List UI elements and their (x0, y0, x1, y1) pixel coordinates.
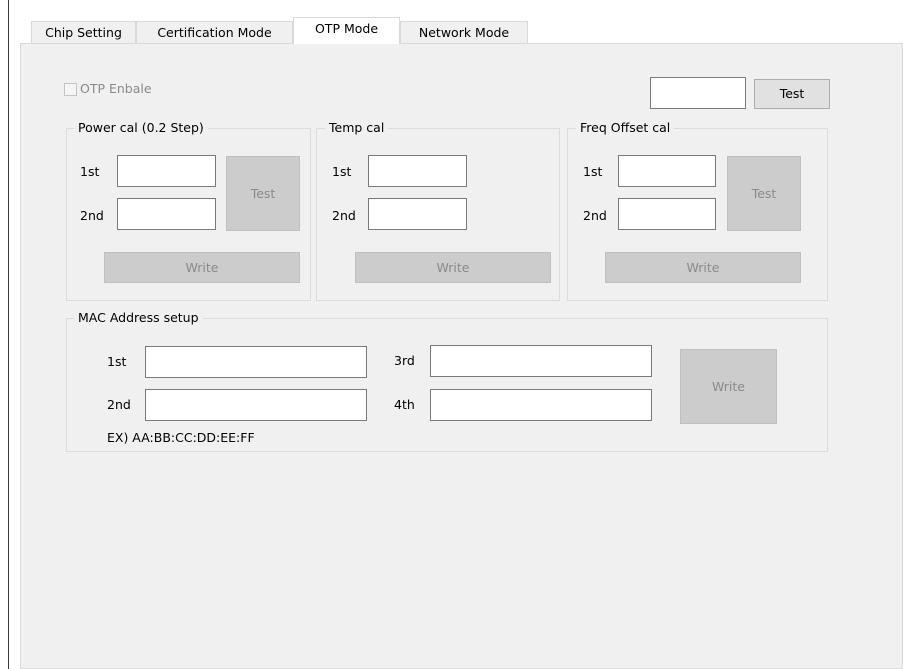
power-cal-first-input[interactable] (117, 155, 216, 187)
power-cal-test-button[interactable]: Test (226, 156, 300, 231)
otp-enable-checkbox[interactable] (64, 83, 77, 96)
tab-network-mode[interactable]: Network Mode (400, 21, 528, 43)
window-left-border (8, 0, 9, 669)
freq-cal-test-button[interactable]: Test (727, 156, 801, 231)
temp-cal-write-button[interactable]: Write (355, 252, 551, 283)
otp-mode-panel: OTP Enbale Test Power cal (0.2 Step) 1st… (20, 43, 903, 669)
otp-enable-label: OTP Enbale (80, 81, 152, 96)
freq-offset-cal-title: Freq Offset cal (576, 120, 675, 136)
top-test-button[interactable]: Test (754, 79, 830, 109)
freq-cal-first-input[interactable] (618, 155, 716, 187)
mac-example-text: EX) AA:BB:CC:DD:EE:FF (107, 430, 255, 445)
temp-cal-first-input[interactable] (368, 155, 467, 187)
temp-cal-second-input[interactable] (368, 198, 467, 230)
power-cal-second-label: 2nd (80, 208, 104, 223)
freq-cal-write-button[interactable]: Write (605, 252, 801, 283)
freq-cal-first-label: 1st (583, 164, 603, 179)
tab-certification-mode[interactable]: Certification Mode (136, 21, 293, 43)
mac-fourth-label: 4th (394, 397, 415, 412)
power-cal-second-input[interactable] (117, 198, 216, 230)
mac-third-label: 3rd (394, 353, 415, 368)
mac-first-input[interactable] (145, 346, 367, 378)
mac-third-input[interactable] (430, 345, 652, 377)
freq-cal-second-label: 2nd (583, 208, 607, 223)
mac-write-button[interactable]: Write (680, 349, 777, 424)
mac-first-label: 1st (107, 354, 127, 369)
mac-address-title: MAC Address setup (74, 310, 203, 326)
temp-cal-title: Temp cal (325, 120, 389, 136)
power-cal-write-button[interactable]: Write (104, 252, 300, 283)
power-cal-title: Power cal (0.2 Step) (74, 120, 208, 136)
mac-second-input[interactable] (145, 389, 367, 421)
temp-cal-first-label: 1st (332, 164, 352, 179)
freq-cal-second-input[interactable] (618, 198, 716, 230)
tab-otp-mode[interactable]: OTP Mode (293, 17, 400, 44)
temp-cal-second-label: 2nd (332, 208, 356, 223)
power-cal-first-label: 1st (80, 164, 100, 179)
mac-fourth-input[interactable] (430, 389, 652, 421)
mac-second-label: 2nd (107, 397, 131, 412)
tab-chip-setting[interactable]: Chip Setting (31, 21, 136, 43)
top-test-input[interactable] (650, 77, 746, 109)
